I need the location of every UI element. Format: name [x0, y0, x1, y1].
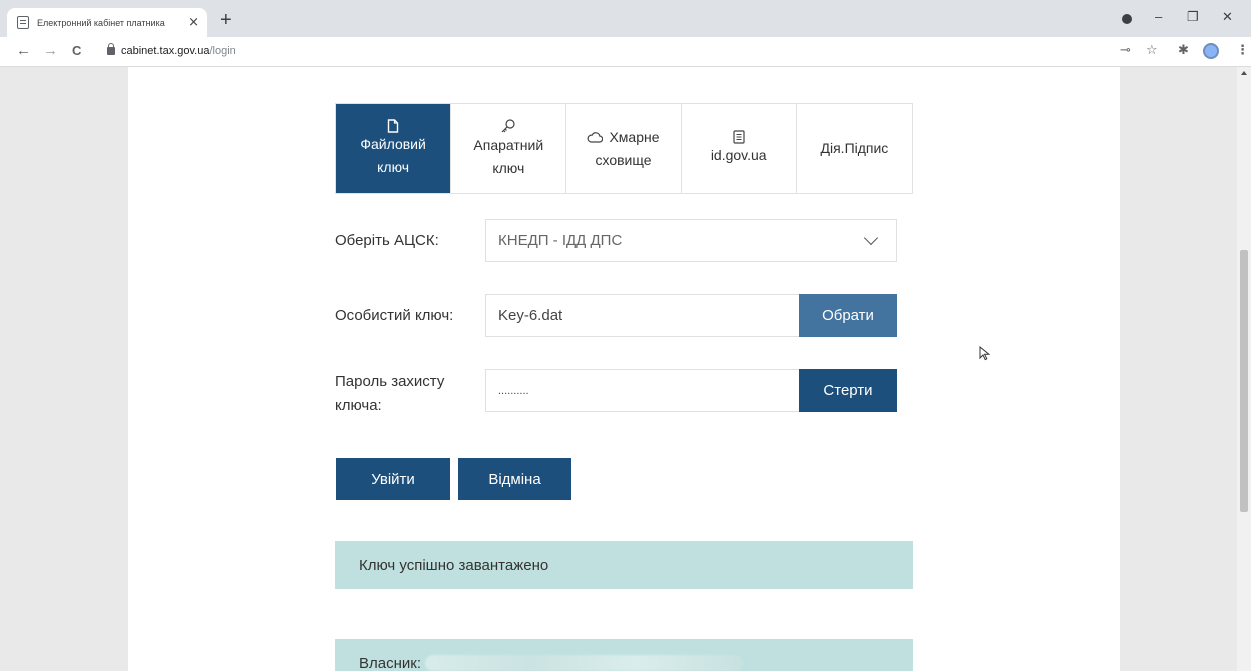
acsk-label: Оберіть АЦСК: — [335, 232, 439, 249]
back-button[interactable]: ← — [16, 43, 31, 59]
chevron-down-icon — [863, 230, 879, 245]
tab-label: Дія.Підпис — [820, 140, 889, 156]
lock-icon[interactable] — [107, 43, 115, 55]
owner-info-alert: Власник: — [335, 639, 913, 671]
browser-toolbar: ← → C cabinet.tax.gov.ua/login ⊸ ☆ ✱ ⋮ — [0, 37, 1251, 67]
new-tab-button[interactable]: + — [220, 10, 232, 30]
tab-label: Файловий — [360, 135, 426, 152]
reload-button[interactable]: C — [72, 43, 81, 59]
success-alert: Ключ успішно завантажено — [335, 541, 913, 589]
url-host: cabinet.tax.gov.ua — [121, 45, 210, 57]
cancel-button[interactable]: Відміна — [458, 458, 571, 500]
password-masked-value: .......... — [498, 384, 529, 397]
profile-avatar[interactable] — [1203, 43, 1219, 59]
success-message: Ключ успішно завантажено — [359, 556, 549, 574]
private-key-label: Особистий ключ: — [335, 307, 454, 324]
tab-title: Електронний кабінет платника — [37, 17, 165, 28]
menu-kebab-icon[interactable]: ⋮ — [1236, 44, 1249, 58]
key-icon — [501, 118, 515, 132]
book-icon — [733, 130, 745, 144]
password-label-line2: ключа: — [335, 397, 382, 414]
bookmark-star-icon[interactable]: ☆ — [1146, 44, 1158, 58]
tab-label: id.gov.ua — [710, 147, 767, 163]
tab-label: ключ — [492, 159, 525, 176]
cloud-icon — [588, 131, 604, 143]
url-path: /login — [209, 45, 236, 57]
login-method-tabs: Файловий ключ Апаратний ключ Хмарне схов… — [335, 103, 913, 194]
page-viewport: Файловий ключ Апаратний ключ Хмарне схов… — [0, 67, 1237, 671]
profile-dot-icon[interactable] — [1122, 14, 1132, 24]
scroll-up-arrow-icon[interactable] — [1241, 71, 1247, 75]
browser-tab[interactable]: Електронний кабінет платника × — [7, 8, 207, 37]
mouse-cursor-icon — [979, 346, 990, 361]
tab-close-icon[interactable]: × — [188, 16, 199, 29]
file-icon — [387, 118, 399, 133]
forward-button[interactable]: → — [43, 43, 58, 59]
page-scrollbar[interactable] — [1237, 67, 1251, 671]
document-icon — [17, 16, 29, 29]
tab-label: Апаратний — [473, 136, 544, 153]
tab-label: Хмарне — [609, 128, 660, 145]
tab-label: ключ — [377, 158, 410, 175]
owner-label: Власник: — [359, 654, 421, 671]
login-panel: Файловий ключ Апаратний ключ Хмарне схов… — [128, 67, 1120, 671]
private-key-filename: Key-6.dat — [498, 307, 563, 324]
browser-tab-strip: Електронний кабінет платника × + – ❐ ✕ — [0, 0, 1251, 37]
restore-button[interactable]: ❐ — [1187, 10, 1199, 24]
extensions-puzzle-icon[interactable]: ✱ — [1178, 44, 1189, 58]
choose-file-button[interactable]: Обрати — [799, 294, 897, 337]
tab-cloud-storage[interactable]: Хмарне сховище — [566, 104, 682, 193]
tab-label: сховище — [595, 151, 652, 168]
password-key-icon[interactable]: ⊸ — [1120, 44, 1131, 58]
password-label: Пароль захисту ключа: — [335, 370, 444, 418]
acsk-selected-value: КНЕДП - ІДД ДПС — [498, 232, 623, 249]
minimize-button[interactable]: – — [1155, 10, 1162, 24]
tab-diia-signature[interactable]: Дія.Підпис — [796, 104, 913, 193]
tab-id-gov-ua[interactable]: id.gov.ua — [681, 104, 797, 193]
redacted-owner-name — [425, 655, 743, 671]
close-window-button[interactable]: ✕ — [1222, 10, 1233, 24]
login-button[interactable]: Увійти — [336, 458, 450, 500]
scroll-thumb[interactable] — [1240, 250, 1248, 512]
clear-password-button[interactable]: Стерти — [799, 369, 897, 412]
tab-file-key[interactable]: Файловий ключ — [336, 104, 452, 193]
acsk-select[interactable]: КНЕДП - ІДД ДПС — [485, 219, 897, 262]
password-label-line1: Пароль захисту — [335, 373, 445, 390]
tab-hardware-key[interactable]: Апаратний ключ — [451, 104, 567, 193]
address-bar[interactable]: cabinet.tax.gov.ua/login — [121, 45, 236, 57]
